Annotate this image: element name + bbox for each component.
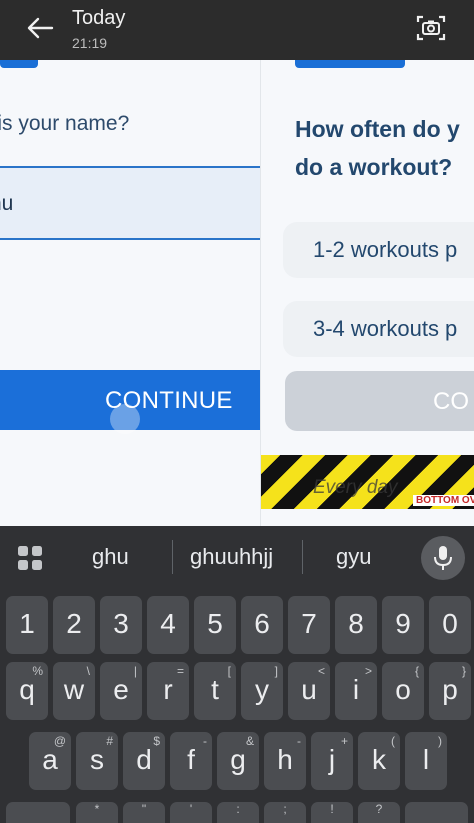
key-9[interactable]: 9 <box>382 596 424 654</box>
apps-grid-icon[interactable] <box>16 544 44 572</box>
key-a[interactable]: @ a <box>29 732 71 790</box>
key-z[interactable]: * <box>76 802 118 823</box>
key-3[interactable]: 3 <box>100 596 142 654</box>
key-p[interactable]: } p <box>429 662 471 720</box>
continue-button-disabled[interactable]: CO <box>285 371 474 431</box>
suggestion-strip: ghu ghuuhhjj gyu <box>0 526 474 586</box>
key-5[interactable]: 5 <box>194 596 236 654</box>
key-0[interactable]: 0 <box>429 596 471 654</box>
screenshot-capture-icon[interactable] <box>414 12 448 44</box>
workout-question-line-2: do a workout? <box>295 154 453 180</box>
key-i[interactable]: > i <box>335 662 377 720</box>
key-s[interactable]: # s <box>76 732 118 790</box>
name-input-value: hu <box>0 192 14 215</box>
progress-bar <box>295 60 405 68</box>
workout-frequency-screen: How often do y do a workout? 1-2 workout… <box>260 60 474 526</box>
on-screen-keyboard: ghu ghuuhhjj gyu 1 2 3 4 5 6 7 8 9 0 % q … <box>0 526 474 823</box>
key-j[interactable]: + j <box>311 732 353 790</box>
key-n[interactable]: ! <box>311 802 353 823</box>
voice-input-button[interactable] <box>421 536 465 580</box>
suggestion-2[interactable]: ghuuhhjj <box>190 544 273 570</box>
suggestion-3[interactable]: gyu <box>336 544 371 570</box>
key-g[interactable]: & g <box>217 732 259 790</box>
progress-bar <box>0 60 38 68</box>
key-2[interactable]: 2 <box>53 596 95 654</box>
back-arrow-icon[interactable] <box>22 12 58 44</box>
option-3-4-workouts[interactable]: 3-4 workouts p <box>283 301 474 357</box>
page-title: Today <box>72 7 126 29</box>
suggestion-1[interactable]: ghu <box>92 544 129 570</box>
name-question-screen: at is your name? hu CONTINUE <box>0 60 260 526</box>
key-w[interactable]: \ w <box>53 662 95 720</box>
option-label: 1-2 workouts p <box>313 237 458 262</box>
banner-bottom-label: BOTTOM OVE <box>413 495 474 506</box>
option-1-2-workouts[interactable]: 1-2 workouts p <box>283 222 474 278</box>
backspace-key[interactable] <box>405 802 468 823</box>
key-c[interactable]: ' <box>170 802 212 823</box>
key-7[interactable]: 7 <box>288 596 330 654</box>
top-app-bar: Today 21:19 <box>0 0 474 60</box>
key-l[interactable]: ) l <box>405 732 447 790</box>
key-y[interactable]: ] y <box>241 662 283 720</box>
key-x[interactable]: " <box>123 802 165 823</box>
app-preview: at is your name? hu CONTINUE How often d… <box>0 60 474 526</box>
key-6[interactable]: 6 <box>241 596 283 654</box>
timestamp: 21:19 <box>72 35 108 51</box>
key-d[interactable]: $ d <box>123 732 165 790</box>
key-o[interactable]: {o <box>382 662 424 720</box>
key-u[interactable]: < u <box>288 662 330 720</box>
name-input[interactable]: hu <box>0 166 260 240</box>
name-question-text: at is your name? <box>0 112 130 135</box>
banner-text: Every day <box>313 477 398 498</box>
key-q[interactable]: % q <box>6 662 48 720</box>
key-m[interactable]: ? <box>358 802 400 823</box>
striped-warning-banner: Every day BOTTOM OVE <box>261 455 474 509</box>
key-r[interactable]: = r <box>147 662 189 720</box>
microphone-icon <box>434 546 452 570</box>
key-b[interactable]: ; <box>264 802 306 823</box>
workout-question-text: How often do y do a workout? <box>295 110 460 186</box>
touch-indicator <box>110 404 140 434</box>
workout-question-line-1: How often do y <box>295 116 460 142</box>
option-label: 3-4 workouts p <box>313 316 458 341</box>
suggestion-divider <box>302 540 303 574</box>
key-e[interactable]: | e <box>100 662 142 720</box>
key-v[interactable]: : <box>217 802 259 823</box>
key-f[interactable]: -f <box>170 732 212 790</box>
key-k[interactable]: (k <box>358 732 400 790</box>
key-8[interactable]: 8 <box>335 596 377 654</box>
key-h[interactable]: -h <box>264 732 306 790</box>
key-1[interactable]: 1 <box>6 596 48 654</box>
continue-button-label: CO <box>433 388 469 415</box>
suggestion-divider <box>172 540 173 574</box>
shift-key[interactable] <box>6 802 70 823</box>
key-4[interactable]: 4 <box>147 596 189 654</box>
key-t[interactable]: [t <box>194 662 236 720</box>
